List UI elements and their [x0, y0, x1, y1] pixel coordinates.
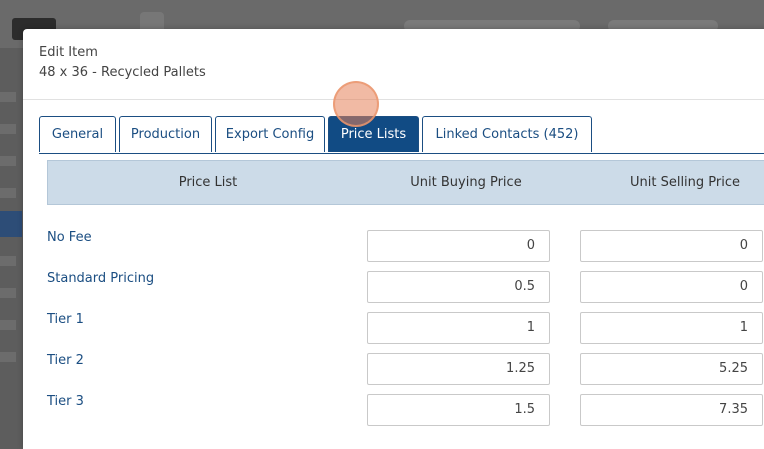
- background-sidebar-item: [0, 256, 16, 266]
- edit-item-modal: Edit Item 48 x 36 - Recycled Pallets Gen…: [23, 29, 764, 449]
- unit-selling-price-input[interactable]: 7.35: [580, 394, 763, 426]
- background-sidebar-item: [0, 188, 16, 198]
- background-sidebar-item: [0, 92, 16, 102]
- tab-bar: General Production Export Config Price L…: [39, 115, 764, 154]
- price-list-name: Standard Pricing: [47, 271, 155, 286]
- background-sidebar-item: [0, 124, 16, 134]
- price-list-name: Tier 3: [47, 394, 84, 409]
- modal-header: Edit Item 48 x 36 - Recycled Pallets: [23, 29, 764, 100]
- price-list-name: Tier 2: [47, 353, 84, 368]
- tab-linked-contacts[interactable]: Linked Contacts (452): [422, 116, 592, 152]
- table-row: No Fee 0 0: [47, 230, 764, 266]
- tab-production[interactable]: Production: [119, 116, 212, 152]
- unit-buying-price-input[interactable]: 0.5: [367, 271, 550, 303]
- modal-title: Edit Item: [39, 45, 98, 60]
- tab-price-lists[interactable]: Price Lists: [328, 116, 419, 152]
- table-row: Standard Pricing 0.5 0: [47, 271, 764, 307]
- unit-buying-price-input[interactable]: 1: [367, 312, 550, 344]
- column-header-unit-selling-price: Unit Selling Price: [629, 175, 741, 190]
- unit-selling-price-input[interactable]: 1: [580, 312, 763, 344]
- table-row: Tier 3 1.5 7.35: [47, 394, 764, 430]
- unit-buying-price-input[interactable]: 1.5: [367, 394, 550, 426]
- table-row: Tier 1 1 1: [47, 312, 764, 348]
- background-sidebar-item: [0, 156, 16, 166]
- table-row: Tier 2 1.25 5.25: [47, 353, 764, 389]
- price-list-name: No Fee: [47, 230, 92, 245]
- unit-buying-price-input[interactable]: 0: [367, 230, 550, 262]
- modal-subtitle: 48 x 36 - Recycled Pallets: [39, 65, 206, 80]
- unit-selling-price-input[interactable]: 5.25: [580, 353, 763, 385]
- column-header-unit-buying-price: Unit Buying Price: [410, 175, 522, 190]
- unit-selling-price-input[interactable]: 0: [580, 230, 763, 262]
- background-sidebar-active-item: [0, 211, 22, 237]
- unit-buying-price-input[interactable]: 1.25: [367, 353, 550, 385]
- background-sidebar-item: [0, 352, 16, 362]
- tab-export-config[interactable]: Export Config: [215, 116, 325, 152]
- unit-selling-price-input[interactable]: 0: [580, 271, 763, 303]
- price-list-name: Tier 1: [47, 312, 84, 327]
- tab-general[interactable]: General: [39, 116, 116, 152]
- column-header-price-list: Price List: [178, 175, 238, 190]
- background-sidebar-item: [0, 320, 16, 330]
- price-table-header: Price List Unit Buying Price Unit Sellin…: [47, 160, 764, 205]
- background-sidebar-item: [0, 288, 16, 298]
